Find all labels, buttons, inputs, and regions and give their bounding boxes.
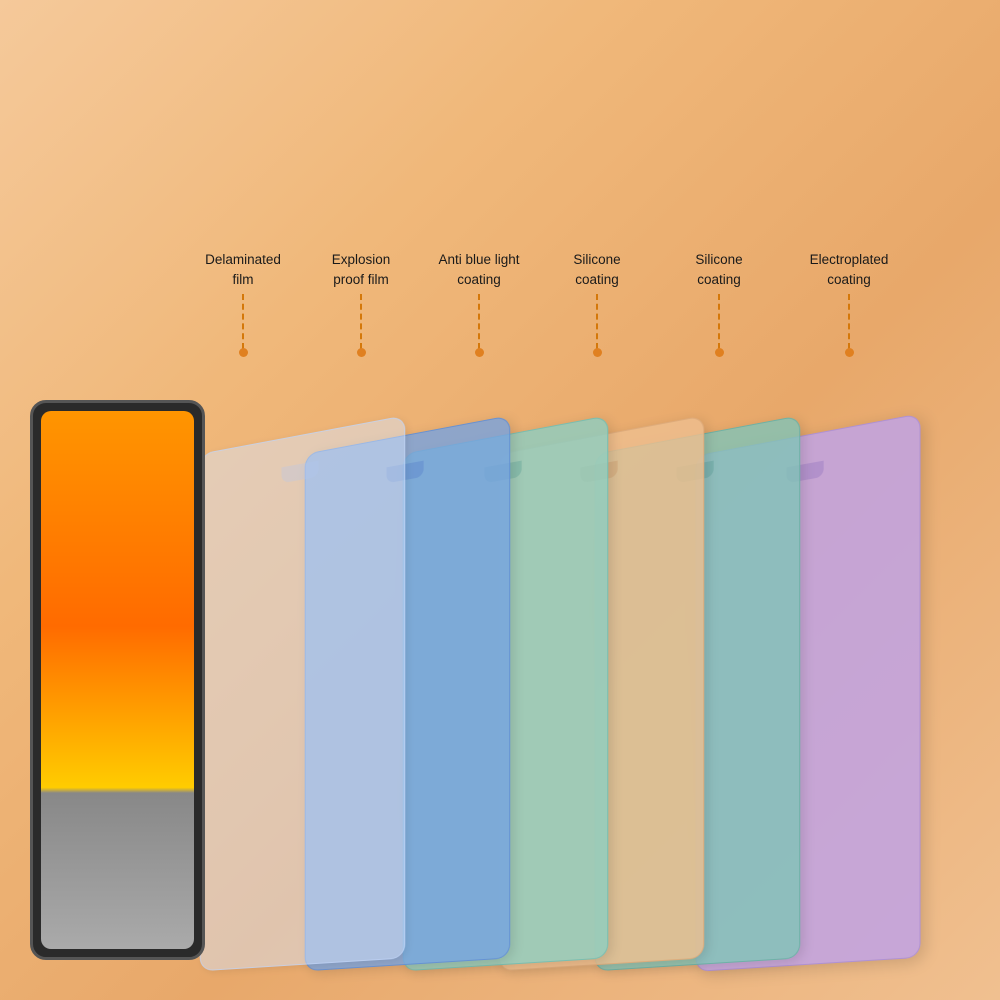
dot-3 bbox=[475, 348, 484, 357]
page-wrapper: Delaminatedfilm Explosionproof film Anti… bbox=[0, 0, 1000, 1000]
layer-1-label: Delaminatedfilm bbox=[205, 250, 281, 289]
layers-scene bbox=[0, 350, 1000, 1000]
label-explosion-proof: Explosionproof film bbox=[311, 250, 411, 357]
dot-2 bbox=[357, 348, 366, 357]
label-electroplated: Electroplatedcoating bbox=[799, 250, 899, 357]
protector-layer-1 bbox=[200, 415, 406, 971]
dot-4 bbox=[593, 348, 602, 357]
dot-6 bbox=[845, 348, 854, 357]
layer-6-label: Electroplatedcoating bbox=[810, 250, 889, 289]
layer-2-label: Explosionproof film bbox=[332, 250, 391, 289]
label-delaminated-film: Delaminatedfilm bbox=[193, 250, 293, 357]
ipad-device bbox=[30, 400, 205, 960]
label-anti-blue: Anti blue lightcoating bbox=[429, 250, 529, 357]
connector-1 bbox=[242, 294, 244, 349]
label-silicone-2: Siliconecoating bbox=[669, 250, 769, 357]
dot-5 bbox=[715, 348, 724, 357]
label-silicone-1: Siliconecoating bbox=[547, 250, 647, 357]
ipad-screen bbox=[41, 411, 194, 949]
layer-4-label: Siliconecoating bbox=[573, 250, 620, 289]
dot-1 bbox=[239, 348, 248, 357]
labels-row: Delaminatedfilm Explosionproof film Anti… bbox=[0, 250, 1000, 357]
connector-5 bbox=[718, 294, 720, 349]
layer-3-label: Anti blue lightcoating bbox=[438, 250, 519, 289]
connector-6 bbox=[848, 294, 850, 349]
connector-2 bbox=[360, 294, 362, 349]
connector-4 bbox=[596, 294, 598, 349]
layer-5-label: Siliconecoating bbox=[695, 250, 742, 289]
connector-3 bbox=[478, 294, 480, 349]
